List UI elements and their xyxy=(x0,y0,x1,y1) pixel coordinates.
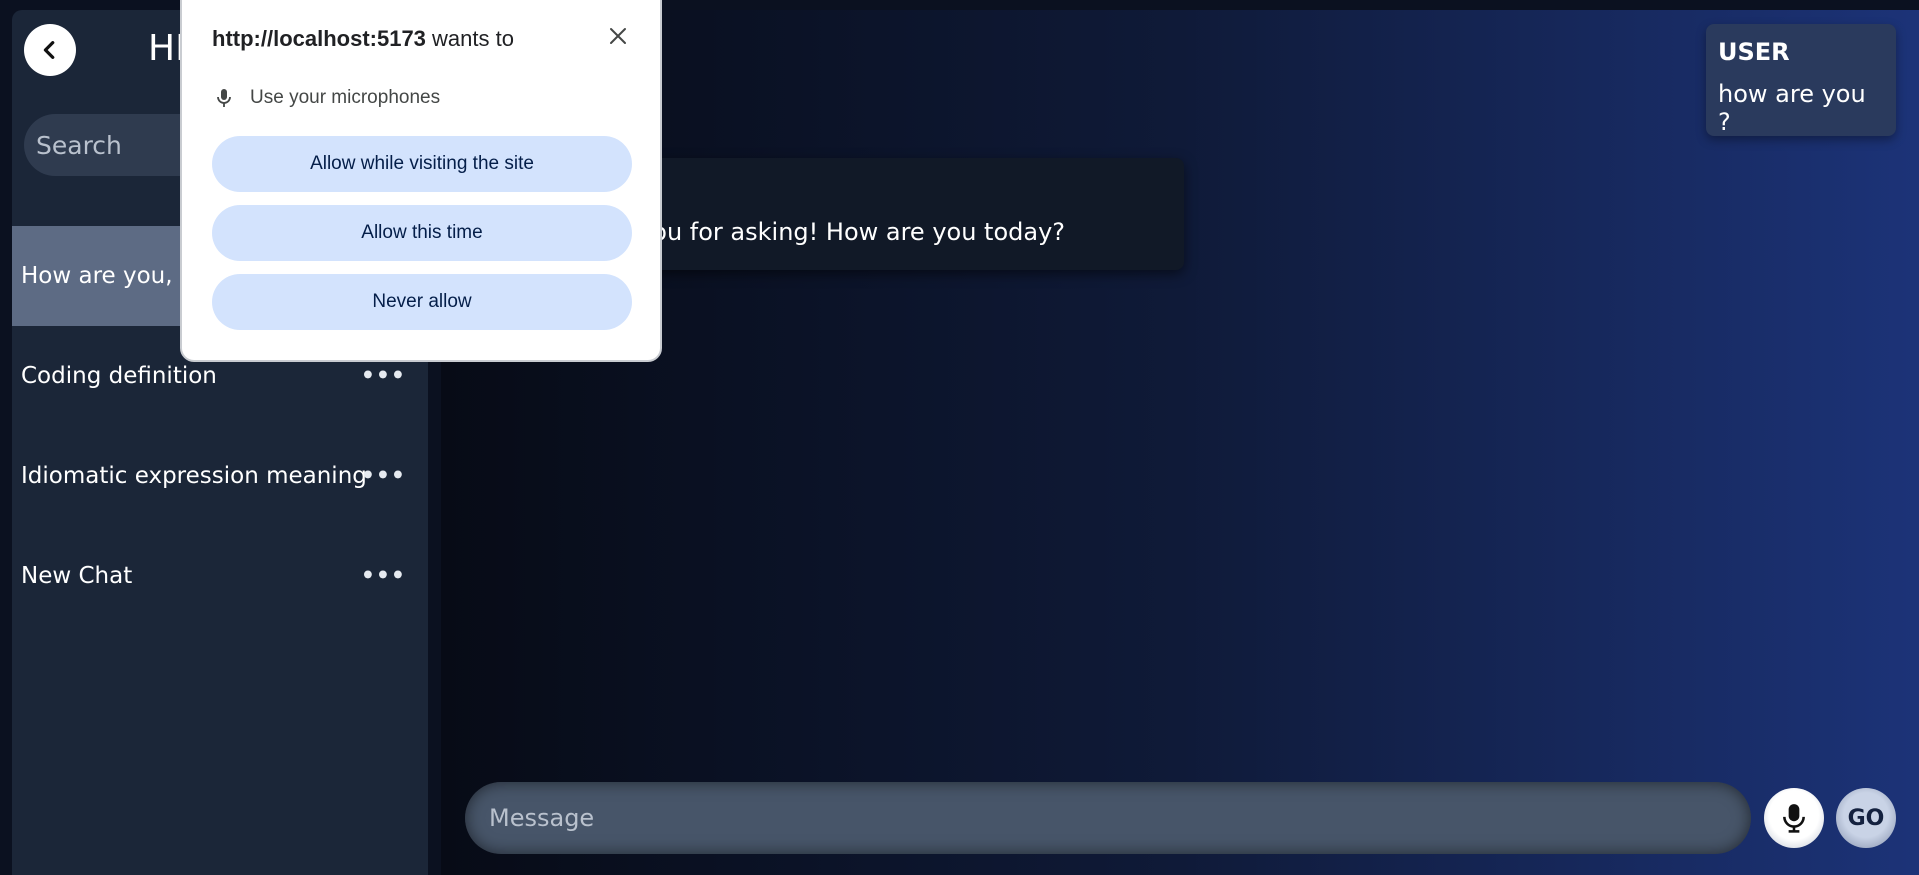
chat-item-idiomatic-expression[interactable]: Idiomatic expression meaning ••• xyxy=(12,426,428,526)
message-role: USER xyxy=(1718,38,1790,66)
close-button[interactable] xyxy=(606,24,630,48)
more-horizontal-icon[interactable]: ••• xyxy=(361,464,406,489)
more-horizontal-icon[interactable]: ••• xyxy=(361,564,406,589)
permission-row: Use your microphones xyxy=(212,86,440,110)
send-button[interactable]: GO xyxy=(1836,788,1896,848)
chevron-left-icon xyxy=(43,41,55,59)
chat-item-label: How are you, A xyxy=(21,263,196,289)
chat-item-label: New Chat xyxy=(21,563,133,589)
microphone-button[interactable] xyxy=(1764,788,1824,848)
close-icon xyxy=(610,28,626,44)
chat-app: HI How are you, A Coding definition ••• … xyxy=(0,0,1919,875)
allow-while-visiting-button[interactable]: Allow while visiting the site xyxy=(212,136,632,192)
user-message: USER how are you ? xyxy=(1706,24,1896,136)
allow-this-time-button[interactable]: Allow this time xyxy=(212,205,632,261)
back-button[interactable] xyxy=(24,24,76,76)
popup-title: http://localhost:5173 wants to xyxy=(212,26,514,52)
never-allow-button[interactable]: Never allow xyxy=(212,274,632,330)
chat-item-label: Idiomatic expression meaning xyxy=(21,463,367,489)
popup-host: http://localhost:5173 xyxy=(212,26,426,51)
permission-popup: http://localhost:5173 wants to Use your … xyxy=(180,0,662,362)
message-input[interactable] xyxy=(465,782,1751,854)
microphone-icon xyxy=(217,89,231,107)
chat-item-new-chat[interactable]: New Chat ••• xyxy=(12,526,428,626)
microphone-icon xyxy=(1783,804,1805,833)
conversation-panel: USER how are you ? thank you for asking!… xyxy=(441,10,1919,875)
chat-item-label: Coding definition xyxy=(21,363,217,389)
permission-label: Use your microphones xyxy=(250,87,441,108)
popup-wants-to: wants to xyxy=(432,26,514,51)
message-text: how are you ? xyxy=(1718,80,1866,136)
more-horizontal-icon[interactable]: ••• xyxy=(361,364,406,389)
